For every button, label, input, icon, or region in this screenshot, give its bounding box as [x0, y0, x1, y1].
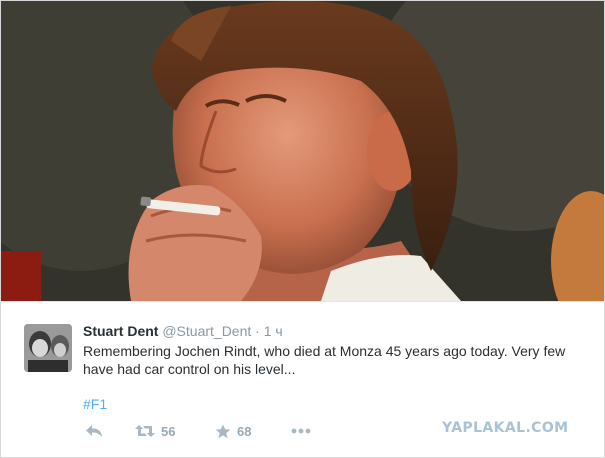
star-icon	[215, 424, 231, 438]
author-name[interactable]: Stuart Dent	[83, 323, 158, 339]
tweet-text: Remembering Jochen Rindt, who died at Mo…	[83, 343, 566, 377]
avatar-image	[24, 324, 72, 372]
retweet-icon	[135, 425, 155, 437]
tweet-header: Stuart Dent @Stuart_Dent · 1 ч	[83, 322, 283, 340]
reply-icon	[86, 425, 102, 437]
separator-dot: ·	[255, 323, 260, 339]
more-button[interactable]	[291, 421, 311, 441]
tweet-card: Stuart Dent @Stuart_Dent · 1 ч Rememberi…	[0, 0, 605, 458]
favorite-count: 68	[237, 423, 252, 439]
photo-illustration	[1, 1, 604, 301]
tweet-body: Stuart Dent @Stuart_Dent · 1 ч Rememberi…	[1, 301, 604, 457]
more-icon	[291, 428, 311, 434]
watermark: YAPLAKAL.COM	[442, 420, 569, 436]
tweet-photo[interactable]	[1, 1, 604, 301]
retweet-count: 56	[161, 423, 176, 439]
retweet-button[interactable]: 56	[135, 421, 175, 441]
author-handle[interactable]: @Stuart_Dent	[162, 323, 251, 339]
avatar[interactable]	[24, 324, 72, 372]
favorite-button[interactable]: 68	[215, 421, 251, 441]
tweet-time[interactable]: 1 ч	[264, 323, 283, 339]
hashtag-link[interactable]: #F1	[83, 395, 107, 413]
reply-button[interactable]	[85, 421, 103, 441]
